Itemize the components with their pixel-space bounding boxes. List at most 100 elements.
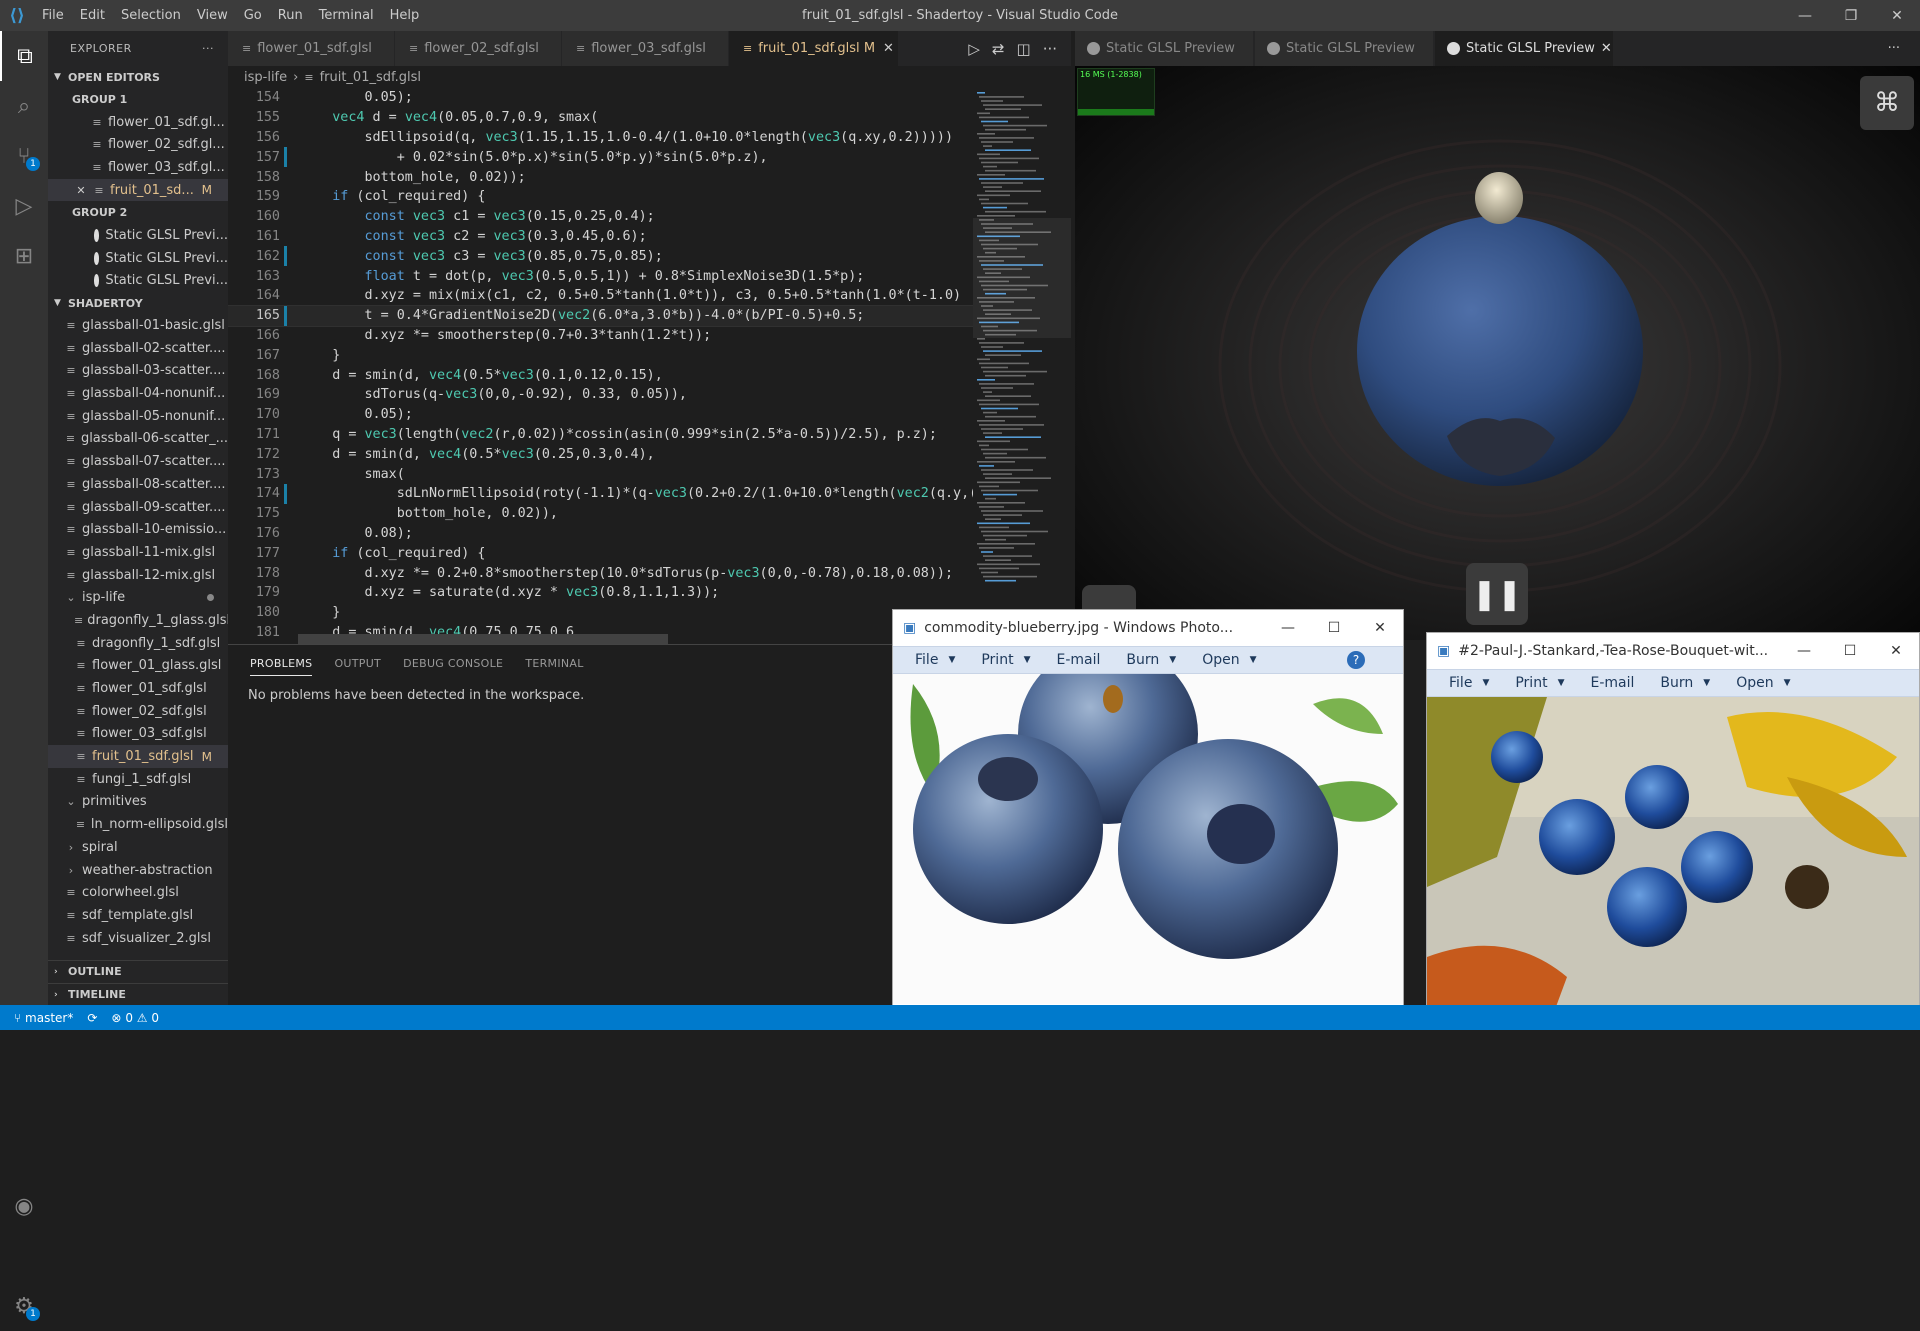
open-editor-item[interactable]: Static GLSL Previ...	[48, 224, 228, 247]
code-editor[interactable]: 154 0.05); 155 vec4 d = vec4(0.05,0.7,0.9…	[228, 88, 973, 644]
menu-file[interactable]: File	[34, 8, 72, 23]
minimize-button[interactable]: —	[1265, 610, 1311, 646]
open-editor-item[interactable]: ≡ flower_01_sdf.gl...	[48, 111, 228, 134]
menu-edit[interactable]: Edit	[72, 8, 113, 23]
file-item[interactable]: ≡ glassball-01-basic.glsl	[48, 314, 228, 337]
close-tab-icon[interactable]: ✕	[1601, 41, 1612, 56]
menu-open[interactable]: Open	[1736, 675, 1773, 691]
code-line[interactable]: 160 const vec3 c1 = vec3(0.15,0.25,0.4);	[228, 207, 973, 227]
file-item[interactable]: ≡ flower_01_sdf.glsl	[48, 677, 228, 700]
file-item[interactable]: ≡ glassball-09-scatter....	[48, 496, 228, 519]
tab-flower-02[interactable]: ≡ flower_02_sdf.glsl	[395, 31, 562, 66]
breadcrumb-folder[interactable]: isp-life	[244, 70, 287, 85]
code-line[interactable]: 156 sdEllipsoid(q, vec3(1.15,1.15,1.0-0.…	[228, 128, 973, 148]
camera-icon[interactable]: ⌘	[1860, 76, 1914, 130]
code-line[interactable]: 177 if (col_required) {	[228, 543, 973, 563]
tab-problems[interactable]: PROBLEMS	[250, 657, 313, 676]
run-debug-icon[interactable]: ▷	[0, 181, 48, 231]
tab-flower-03[interactable]: ≡ flower_03_sdf.glsl	[562, 31, 729, 66]
glsl-preview-canvas[interactable]	[1075, 66, 1920, 640]
extensions-icon[interactable]: ⊞	[0, 231, 48, 281]
close-tab-icon[interactable]: ✕	[883, 41, 894, 56]
sync-icon[interactable]: ⟳	[87, 1011, 97, 1025]
menu-file[interactable]: File	[915, 652, 938, 668]
file-item[interactable]: ≡ sdf_visualizer_2.glsl	[48, 927, 228, 950]
menu-selection[interactable]: Selection	[113, 8, 189, 23]
tab-preview-2[interactable]: Static GLSL Preview	[1255, 31, 1433, 66]
code-line[interactable]: 154 0.05);	[228, 88, 973, 108]
code-line[interactable]: 172 d = smin(d, vec4(0.5*vec3(0.25,0.3,0…	[228, 444, 973, 464]
code-line[interactable]: 179 d.xyz = saturate(d.xyz * vec3(0.8,1.…	[228, 583, 973, 603]
file-item[interactable]: ≡ glassball-12-mix.glsl	[48, 564, 228, 587]
open-editor-item[interactable]: ≡ flower_03_sdf.gl...	[48, 156, 228, 179]
file-item[interactable]: ≡ colorwheel.glsl	[48, 881, 228, 904]
timeline-section[interactable]: › TIMELINE	[48, 983, 228, 1005]
menu-view[interactable]: View	[189, 8, 236, 23]
search-icon[interactable]: ⌕	[0, 81, 48, 131]
tab-terminal[interactable]: TERMINAL	[525, 657, 583, 676]
workspace-section[interactable]: ▼ SHADERTOY	[48, 292, 228, 314]
code-line[interactable]: 161 const vec3 c2 = vec3(0.3,0.45,0.6);	[228, 227, 973, 247]
minimize-button[interactable]: —	[1782, 0, 1828, 31]
code-line[interactable]: 180 }	[228, 603, 973, 623]
chevron-down-icon[interactable]: ▼	[1169, 655, 1176, 665]
file-item[interactable]: ≡ ln_norm-ellipsoid.glsl	[48, 813, 228, 836]
file-item[interactable]: ≡ dragonfly_1_glass.glsl	[48, 609, 228, 632]
chevron-down-icon[interactable]: ▼	[1558, 678, 1565, 688]
close-button[interactable]: ✕	[1873, 633, 1919, 669]
account-icon[interactable]: ◉	[0, 1181, 48, 1231]
compare-icon[interactable]: ⇄	[992, 40, 1005, 58]
restore-button[interactable]: ❐	[1828, 0, 1874, 31]
file-item[interactable]: ≡ glassball-10-emissio...	[48, 518, 228, 541]
menu-email[interactable]: E-mail	[1057, 652, 1101, 668]
code-line[interactable]: 167 }	[228, 345, 973, 365]
explorer-icon[interactable]: ⧉	[0, 31, 48, 81]
git-branch[interactable]: ⑂ master*	[14, 1011, 73, 1025]
code-line[interactable]: 166 d.xyz *= smootherstep(0.7+0.3*tanh(1…	[228, 326, 973, 346]
code-line[interactable]: 155 vec4 d = vec4(0.05,0.7,0.9, smax(	[228, 108, 973, 128]
menu-burn[interactable]: Burn	[1126, 652, 1159, 668]
tab-output[interactable]: OUTPUT	[334, 657, 381, 676]
folder-primitives[interactable]: ⌄ primitives	[48, 791, 228, 814]
open-editor-item[interactable]: ≡ flower_02_sdf.gl...	[48, 133, 228, 156]
more-actions-icon[interactable]: ···	[202, 42, 214, 55]
file-item[interactable]: ≡ glassball-02-scatter....	[48, 337, 228, 360]
menu-terminal[interactable]: Terminal	[311, 8, 382, 23]
code-line[interactable]: 163 float t = dot(p, vec3(0.5,0.5,1)) + …	[228, 266, 973, 286]
code-line[interactable]: 175 bottom_hole, 0.02)),	[228, 504, 973, 524]
file-item[interactable]: ≡ glassball-08-scatter....	[48, 473, 228, 496]
file-item[interactable]: ≡ flower_02_sdf.glsl	[48, 700, 228, 723]
code-line[interactable]: 168 d = smin(d, vec4(0.5*vec3(0.1,0.12,0…	[228, 365, 973, 385]
more-actions-icon[interactable]: ···	[1043, 40, 1057, 58]
code-line[interactable]: 159 if (col_required) {	[228, 187, 973, 207]
source-control-icon[interactable]: ⑂ 1	[0, 131, 48, 181]
tab-flower-01[interactable]: ≡ flower_01_sdf.glsl	[228, 31, 395, 66]
tab-fruit-01[interactable]: ≡ fruit_01_sdf.glsl M ✕	[729, 31, 899, 66]
menu-help[interactable]: Help	[382, 8, 428, 23]
file-item[interactable]: ≡ dragonfly_1_sdf.glsl	[48, 632, 228, 655]
menu-print[interactable]: Print	[1515, 675, 1547, 691]
open-editors-section[interactable]: ▼ OPEN EDITORS	[48, 66, 228, 88]
file-item[interactable]: ≡ sdf_template.glsl	[48, 904, 228, 927]
menu-print[interactable]: Print	[981, 652, 1013, 668]
close-button[interactable]: ✕	[1357, 610, 1403, 646]
tab-preview-1[interactable]: Static GLSL Preview	[1075, 31, 1253, 66]
help-icon[interactable]: ?	[1347, 651, 1365, 669]
maximize-button[interactable]: ☐	[1311, 610, 1357, 646]
file-item[interactable]: ≡ glassball-07-scatter....	[48, 450, 228, 473]
menu-file[interactable]: File	[1449, 675, 1472, 691]
file-item-selected[interactable]: ≡ fruit_01_sdf.glsl M	[48, 745, 228, 768]
minimap[interactable]	[973, 88, 1071, 644]
tab-preview-3[interactable]: Static GLSL Preview ✕	[1435, 31, 1613, 66]
split-editor-icon[interactable]: ◫	[1017, 40, 1031, 58]
folder-isp-life[interactable]: ⌄ isp-life	[48, 586, 228, 609]
problems-status[interactable]: ⊗ 0 ⚠ 0	[111, 1011, 159, 1025]
chevron-down-icon[interactable]: ▼	[1482, 678, 1489, 688]
file-item[interactable]: ≡ glassball-04-nonunif...	[48, 382, 228, 405]
run-icon[interactable]: ▷	[968, 40, 980, 58]
menu-open[interactable]: Open	[1202, 652, 1239, 668]
file-item[interactable]: ≡ glassball-11-mix.glsl	[48, 541, 228, 564]
code-line[interactable]: 169 sdTorus(q-vec3(0,0,-0.92), 0.33, 0.0…	[228, 385, 973, 405]
menu-run[interactable]: Run	[270, 8, 311, 23]
menu-go[interactable]: Go	[236, 8, 270, 23]
